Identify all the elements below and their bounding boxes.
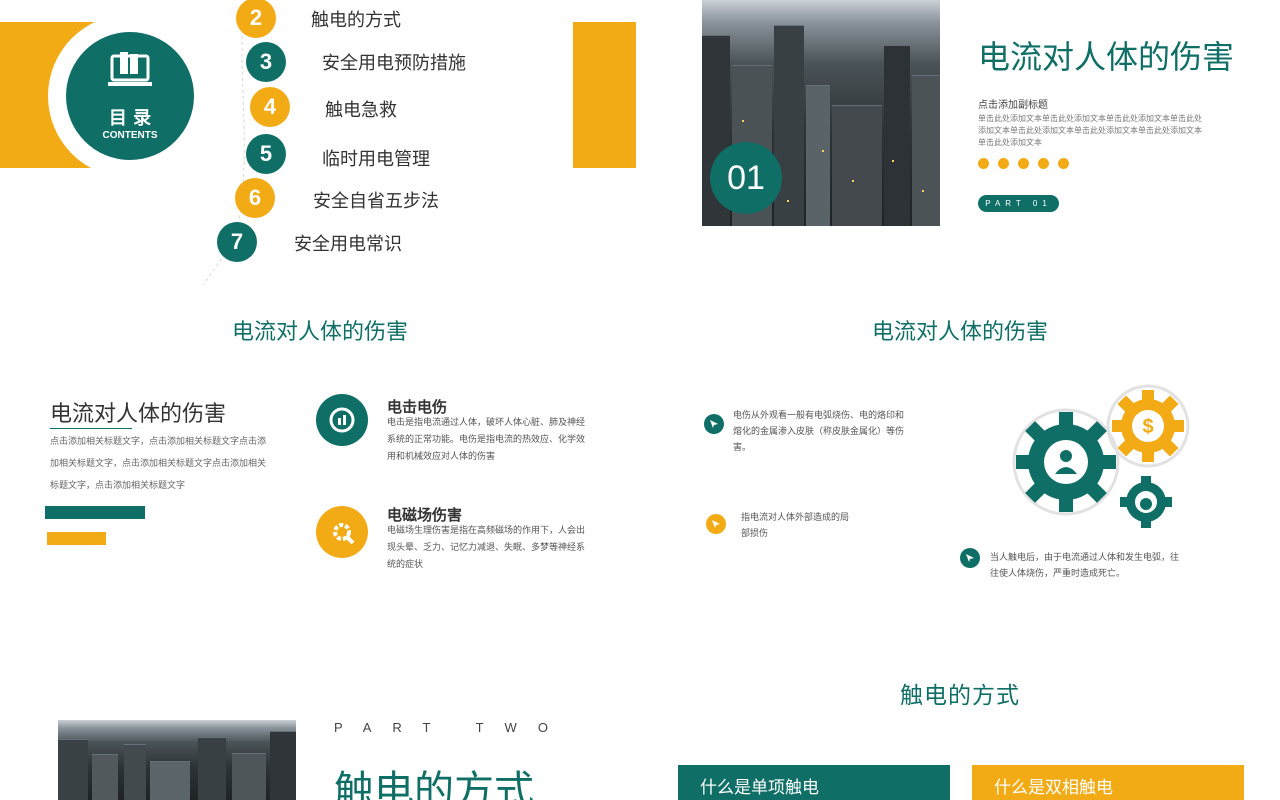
toc-item-7[interactable]: 安全用电常识 — [294, 230, 402, 256]
card-two-phase-title: 什么是双相触电 — [994, 777, 1113, 798]
part-one-badge: 01 — [710, 142, 782, 214]
part-two-slide: PART TWO 触电的方式 — [0, 650, 640, 800]
dot-2 — [998, 158, 1009, 169]
item-1-title: 电击电伤 — [387, 398, 448, 416]
dot-3 — [1018, 158, 1029, 169]
dot-1 — [978, 158, 989, 169]
toc-item-3[interactable]: 安全用电预防措施 — [322, 49, 466, 75]
svg-text:$: $ — [1142, 416, 1153, 438]
toc-item-6[interactable]: 安全自省五步法 — [313, 187, 439, 213]
dot-4 — [1038, 158, 1049, 169]
toc-badge: 目 录 CONTENTS — [66, 32, 194, 160]
dot-5 — [1058, 158, 1069, 169]
toc-item-4[interactable]: 触电急救 — [325, 96, 397, 122]
yellow-bar — [47, 532, 106, 545]
toc-number-3: 3 — [246, 42, 286, 82]
card-single-phase-title: 什么是单项触电 — [700, 777, 819, 798]
toc-number-6: 6 — [235, 178, 275, 218]
card-single-phase[interactable]: 什么是单项触电 — [678, 765, 950, 800]
item-2-body: 电磁场生理伤害是指在高频磁场的作用下，人会出现头晕、乏力、记忆力减退、失眠、多梦… — [387, 526, 586, 570]
hurt-slide-b: 电流对人体的伤害 电伤从外观看一般有电弧烧伤、电的烙印和熔化的金属渗入皮肤（称皮… — [640, 290, 1280, 650]
part-one-title: 电流对人体的伤害 — [978, 38, 1235, 76]
cursor-icon-2 — [706, 514, 726, 534]
hurt-a-left-body: 点击添加相关标题文字，点击添加相关标题文字点击添加相关标题文字，点击添加相关标题… — [50, 437, 267, 491]
shock-heading: 触电的方式 — [900, 683, 1020, 709]
part-one-slide: 01 电流对人体的伤害 点击添加副标题 单击此处添加文本单击此处添加文本单击此处… — [640, 0, 1280, 290]
hurt-b-heading: 电流对人体的伤害 — [871, 320, 1048, 345]
part-one-subheading: 点击添加副标题 — [978, 100, 1048, 111]
part-one-label: PART 01 — [978, 195, 1059, 212]
toc-number-7: 7 — [217, 222, 257, 262]
title-underline — [50, 428, 132, 429]
card-two-phase[interactable]: 什么是双相触电 — [972, 765, 1244, 800]
toc-item-2[interactable]: 触电的方式 — [311, 6, 401, 32]
part-one-body: 单击此处添加文本单击此处添加文本单击此处添加文本单击此处添加文本单击此处添加文本… — [978, 114, 1202, 147]
money-bag-gear-icon — [1120, 476, 1172, 528]
part-two-label: PART TWO — [334, 720, 569, 735]
item-2-title: 电磁场伤害 — [387, 506, 463, 524]
hurt-a-left-title: 电流对人体的伤害 — [50, 402, 227, 427]
part-two-title: 触电的方式 — [334, 768, 534, 800]
note-3: 当人触电后，由于电流通过人体和发生电弧，往往使人体烧伤，严重时造成死亡。 — [990, 553, 1180, 579]
book-icon — [106, 52, 154, 90]
item-1-body: 电击是指电流通过人体，破坏人体心脏、肺及神经系统的正常功能。电伤是指电流的热效应… — [387, 418, 586, 462]
shock-slide: 触电的方式 什么是单项触电 什么是双相触电 — [640, 650, 1280, 800]
user-gear-icon — [1016, 412, 1116, 512]
teal-bar — [45, 506, 145, 519]
toc-item-5[interactable]: 临时用电管理 — [322, 145, 430, 171]
toc-number-5: 5 — [246, 134, 286, 174]
hurt-a-heading: 电流对人体的伤害 — [231, 320, 408, 345]
toc-yellow-band-right — [573, 22, 636, 168]
cursor-icon-1 — [704, 414, 724, 434]
city-photo-2 — [58, 720, 296, 800]
toc-title: 目 录 — [108, 108, 152, 129]
toc-slide: 目 录 CONTENTS 2 触电的方式 3 安全用电预防措施 4 触电急救 5… — [0, 0, 640, 290]
hurt-slide-a: 电流对人体的伤害 电流对人体的伤害 点击添加相关标题文字，点击添加相关标题文字点… — [0, 290, 640, 650]
toc-number-2: 2 — [236, 0, 276, 38]
chart-icon — [316, 394, 368, 446]
dollar-gear-icon: $ — [1112, 390, 1184, 462]
toc-subtitle: CONTENTS — [102, 130, 158, 141]
toc-number-4: 4 — [250, 87, 290, 127]
note-1: 电伤从外观看一般有电弧烧伤、电的烙印和熔化的金属渗入皮肤（称皮肤金属化）等伤害。 — [733, 411, 905, 453]
dot-row — [978, 154, 1078, 173]
note-2: 指电流对人体外部造成的局部损伤 — [741, 513, 850, 539]
gear-tool-icon — [316, 506, 368, 558]
cursor-icon-3 — [960, 548, 980, 568]
gears-illustration: $ — [1012, 384, 1190, 528]
